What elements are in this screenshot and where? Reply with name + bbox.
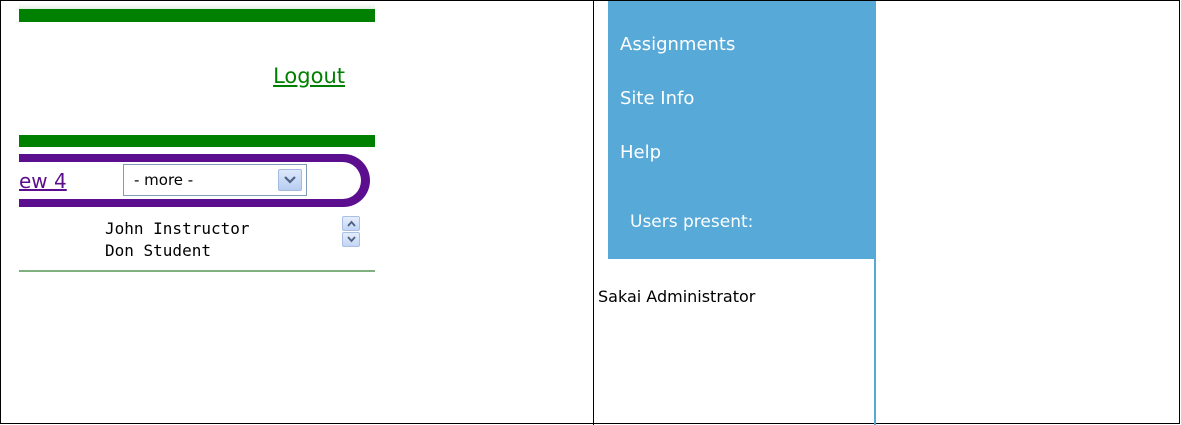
presence-user: Don Student [105, 241, 211, 260]
left-screenshot-panel: Logout ew 4 - more - John Instructor Don… [1, 1, 593, 423]
header-green-bar-top [19, 9, 375, 22]
presence-user: John Instructor [105, 219, 250, 238]
right-screenshot-panel: Assignments Site Info Help Users present… [594, 1, 1180, 425]
chevron-down-icon[interactable] [278, 169, 302, 191]
site-tab-link[interactable]: ew 4 [19, 169, 67, 193]
presence-user: Sakai Administrator [598, 287, 756, 306]
more-sites-select-value: - more - [134, 171, 194, 189]
presence-list: John Instructor Don Student [19, 208, 375, 270]
scroll-down-button[interactable] [342, 232, 360, 247]
tool-menu-item-assignments[interactable]: Assignments [620, 34, 735, 55]
presence-box [608, 259, 876, 425]
chevron-up-icon [347, 220, 356, 227]
portal-header-crop: Logout ew 4 - more - John Instructor Don… [19, 1, 375, 281]
scroll-up-button[interactable] [342, 216, 360, 231]
logout-link[interactable]: Logout [273, 64, 345, 88]
users-present-label: Users present: [630, 212, 754, 232]
tool-menu-item-help[interactable]: Help [620, 142, 661, 163]
tool-menu-sidebar: Assignments Site Info Help Users present… [608, 1, 876, 259]
tool-menu-item-site-info[interactable]: Site Info [620, 88, 694, 109]
header-green-bar-bottom [19, 135, 375, 147]
more-sites-select[interactable]: - more - [123, 164, 307, 196]
chevron-down-icon [347, 236, 356, 243]
presence-divider [19, 270, 375, 272]
